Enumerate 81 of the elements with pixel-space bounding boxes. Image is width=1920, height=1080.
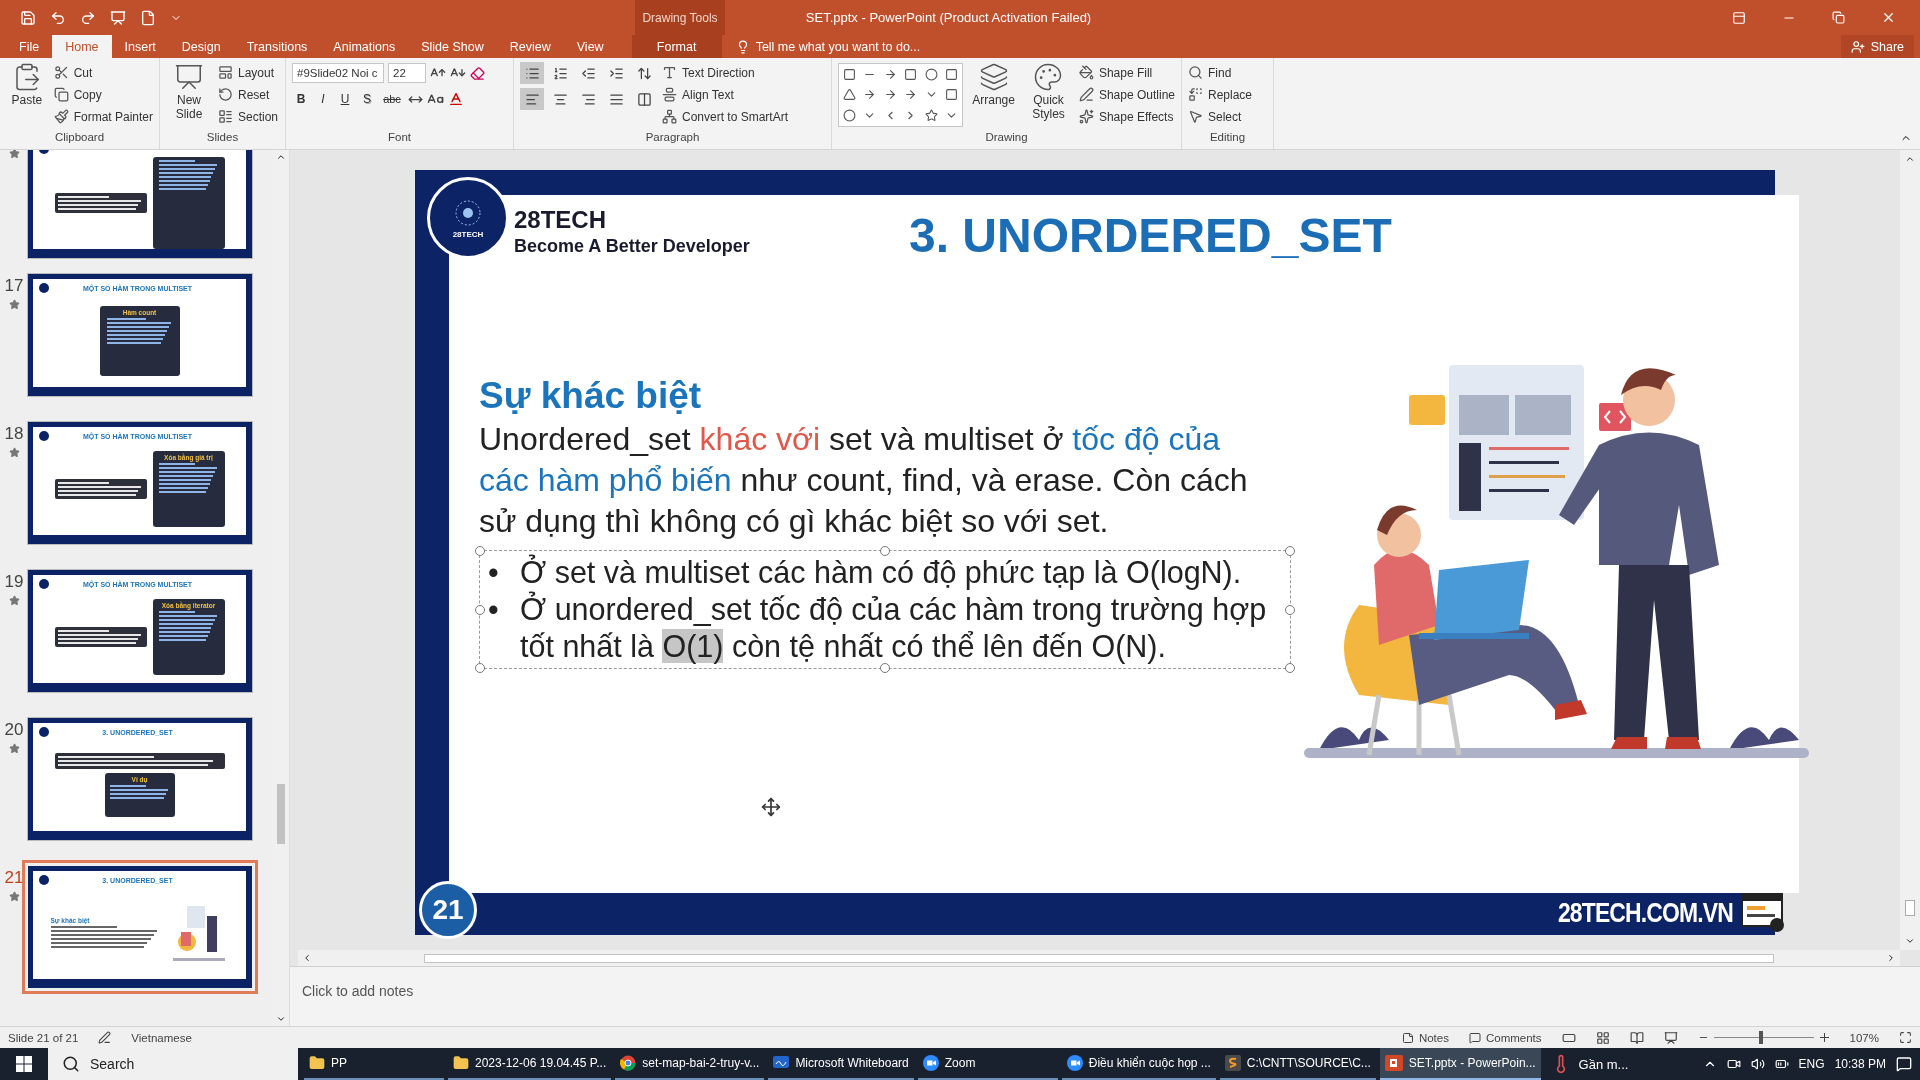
ribbon-tab[interactable]: Design bbox=[168, 35, 234, 58]
notes-button[interactable]: Notes bbox=[1401, 1031, 1449, 1044]
ribbon-button[interactable]: Reset bbox=[218, 85, 279, 104]
ribbon-button[interactable]: Convert to SmartArt bbox=[662, 107, 789, 126]
input-language[interactable]: ENG bbox=[1798, 1057, 1825, 1071]
style-button[interactable]: I bbox=[314, 89, 332, 109]
brand-name: 28TECH bbox=[514, 205, 608, 234]
window-title: SET.pptx - PowerPoint (Product Activation Failed) bbox=[804, 9, 1093, 27]
slide-number: 20 bbox=[4, 720, 24, 740]
slide-number: 17 bbox=[4, 276, 24, 296]
style-button[interactable]: U bbox=[336, 89, 354, 109]
ribbon-button[interactable]: New Slide bbox=[166, 60, 212, 122]
slide-title: 3. UNORDERED_SET bbox=[909, 207, 1392, 263]
ribbon-button[interactable]: Text Direction bbox=[662, 63, 789, 82]
tagline: Become A Better Developer bbox=[514, 235, 751, 257]
page-number: 21 bbox=[419, 881, 477, 939]
ribbon-button[interactable]: Select bbox=[1188, 107, 1253, 126]
taskbar-app[interactable]: set-map-bai-2-truy-v... bbox=[615, 1048, 765, 1080]
slide-number: 18 bbox=[4, 424, 24, 444]
group-label: Paragraph bbox=[644, 131, 701, 145]
group-label: Slides bbox=[205, 131, 240, 145]
taskbar-app[interactable]: PP bbox=[304, 1048, 444, 1080]
ribbon-button[interactable]: Find bbox=[1188, 63, 1253, 82]
ribbon-tab[interactable]: Slide Show bbox=[408, 35, 497, 58]
slide-counter: Slide 21 of 21 bbox=[8, 1031, 79, 1044]
font-size-field[interactable]: 22 bbox=[388, 63, 426, 83]
ribbon-button[interactable]: Shape Effects bbox=[1078, 107, 1175, 126]
ribbon-button[interactable]: Paste bbox=[6, 60, 48, 108]
slide-number: 19 bbox=[4, 572, 24, 592]
taskbar-app[interactable]: Điều khiển cuộc họp ... bbox=[1061, 1048, 1216, 1080]
ribbon-tab[interactable]: Format bbox=[631, 35, 722, 58]
slide-paragraph: Unordered_set khác với set và multiset ở tốc độ của các hàm phổ biến như count, find, và erase. Còn cách sử dụng thì không có gì khác biệt so với set. bbox=[479, 420, 1249, 541]
ribbon-button[interactable]: Align Text bbox=[662, 85, 789, 104]
ribbon-button[interactable]: Cut bbox=[53, 63, 153, 82]
logo-text: 28TECH bbox=[452, 229, 484, 239]
style-button[interactable]: S bbox=[358, 89, 376, 109]
bullet-text: Ở unordered_set tốc độ của các hàm trong trường hợp tốt nhất là O(1) còn tệ nhất có thể lên đến O(N). bbox=[520, 591, 1268, 665]
taskbar-app[interactable]: SET.pptx - PowerPoin... bbox=[1379, 1048, 1541, 1080]
ribbon-button[interactable]: Quick Styles bbox=[1024, 60, 1073, 122]
clock[interactable]: 10:38 PM bbox=[1834, 1057, 1886, 1071]
ribbon-tab[interactable]: Insert bbox=[111, 35, 169, 58]
taskbar-app[interactable]: C:\CNTT\SOURCE\C... bbox=[1219, 1048, 1376, 1080]
taskbar-app[interactable]: 2023-12-06 19.04.45 P... bbox=[448, 1048, 612, 1080]
ribbon-tab[interactable]: File bbox=[6, 35, 53, 58]
zoom-level[interactable]: 107% bbox=[1849, 1031, 1879, 1044]
ribbon-button[interactable]: Section bbox=[218, 107, 279, 126]
ribbon-button[interactable]: Shape Outline bbox=[1078, 85, 1175, 104]
ribbon-tab[interactable]: Home bbox=[52, 35, 112, 58]
group-label: Editing bbox=[1208, 131, 1247, 145]
ribbon-button[interactable]: Format Painter bbox=[53, 107, 153, 126]
ribbon-button[interactable]: Copy bbox=[53, 85, 153, 104]
style-button[interactable]: abc bbox=[380, 89, 404, 109]
ribbon-tab[interactable]: View bbox=[563, 35, 617, 58]
footer-text: 28TECH.COM.VN bbox=[1557, 898, 1733, 929]
language-indicator[interactable]: Vietnamese bbox=[131, 1031, 192, 1044]
group-label: Clipboard bbox=[53, 131, 106, 145]
ribbon-tab[interactable]: Review bbox=[496, 35, 564, 58]
comments-button[interactable]: Comments bbox=[1468, 1031, 1542, 1044]
weather-widget[interactable]: Gần m... bbox=[1550, 1054, 1629, 1074]
ribbon-button[interactable]: Arrange bbox=[969, 60, 1019, 108]
share-button[interactable]: Share bbox=[1840, 35, 1914, 58]
group-label: Drawing bbox=[984, 131, 1029, 145]
ribbon-button[interactable]: Replace bbox=[1188, 85, 1253, 104]
bullet-text: Ở set và multiset các hàm có độ phức tạp là O(logN). bbox=[520, 554, 1242, 591]
slide-number: 21 bbox=[4, 868, 24, 888]
notes-field[interactable]: Click to add notes bbox=[290, 966, 1920, 1026]
font-name-field[interactable]: #9Slide02 Noi c bbox=[292, 63, 384, 83]
taskbar-app[interactable]: Microsoft Whiteboard bbox=[768, 1048, 914, 1080]
taskbar-app[interactable]: Zoom bbox=[917, 1048, 1058, 1080]
ribbon-button[interactable]: Shape Fill bbox=[1078, 63, 1175, 82]
bullet-marker: • bbox=[487, 554, 500, 591]
group-label: Font bbox=[387, 131, 412, 145]
tell-me-field[interactable]: Tell me what you want to do... bbox=[735, 35, 921, 58]
context-label: Drawing Tools bbox=[635, 0, 725, 35]
search-field[interactable]: Search bbox=[48, 1048, 298, 1080]
style-button[interactable]: B bbox=[292, 89, 310, 109]
ribbon-tab[interactable]: Transitions bbox=[233, 35, 321, 58]
ribbon-tab[interactable]: Animations bbox=[320, 35, 409, 58]
bullet-marker: • bbox=[487, 591, 500, 628]
slide-heading: Sự khác biệt bbox=[479, 375, 703, 417]
ribbon-button[interactable]: Layout bbox=[218, 63, 279, 82]
